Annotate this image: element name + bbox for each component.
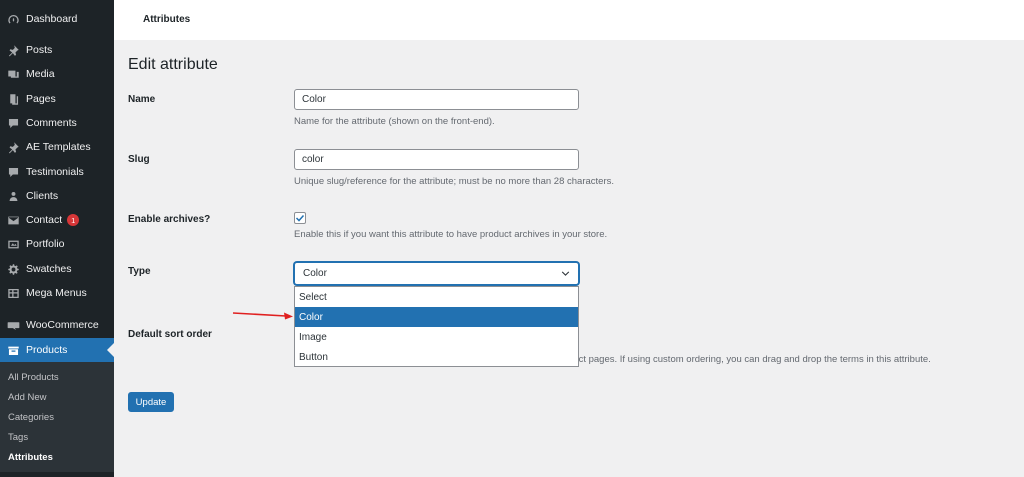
sidebar-item-mega-menus[interactable]: Mega Menus (0, 281, 114, 305)
annotation-arrow-icon (232, 312, 293, 320)
media-icon (6, 67, 20, 81)
type-option-button[interactable]: Button (295, 347, 578, 367)
slug-input[interactable] (294, 149, 579, 170)
sidebar-item-clients[interactable]: Clients (0, 184, 114, 208)
type-select-value: Color (303, 268, 327, 279)
sidebar-item-ae-templates[interactable]: AE Templates (0, 135, 114, 159)
sidebar-item-media[interactable]: Media (0, 62, 114, 86)
slug-description: Unique slug/reference for the attribute;… (294, 176, 615, 187)
sidebar-item-label: AE Templates (26, 141, 91, 153)
submenu-tags[interactable]: Tags (8, 432, 28, 443)
type-option-color[interactable]: Color (295, 307, 578, 327)
submenu-categories[interactable]: Categories (8, 412, 54, 423)
name-label: Name (128, 94, 156, 105)
active-indicator (107, 343, 114, 357)
sidebar-item-label: Testimonials (26, 166, 84, 178)
sidebar-item-contact[interactable]: Contact 1 (0, 208, 114, 232)
type-label: Type (128, 266, 151, 277)
submenu-attributes[interactable]: Attributes (8, 452, 53, 463)
update-button[interactable]: Update (128, 392, 174, 412)
type-option-image[interactable]: Image (295, 327, 578, 347)
slug-label: Slug (128, 154, 150, 165)
sort-order-label: Default sort order (128, 329, 212, 340)
sidebar-item-comments[interactable]: Comments (0, 111, 114, 135)
products-icon (6, 343, 20, 357)
dashboard-icon (6, 12, 20, 26)
sidebar-item-label: Dashboard (26, 13, 78, 25)
sidebar-item-label: Clients (26, 190, 59, 202)
sidebar-item-testimonials[interactable]: Testimonials (0, 160, 114, 184)
page-title: Edit attribute (128, 56, 218, 73)
woocommerce-icon (6, 318, 20, 332)
sidebar-item-label: WooCommerce (26, 319, 99, 331)
portfolio-icon (6, 237, 20, 251)
mail-icon (6, 213, 20, 227)
notification-badge: 1 (67, 214, 80, 226)
gear-icon (6, 262, 20, 276)
header-title: Attributes (143, 14, 191, 25)
grid-icon (6, 286, 20, 300)
pin-icon (6, 43, 20, 57)
checkmark-icon (295, 214, 305, 222)
sidebar-item-label: Media (26, 68, 55, 80)
name-description: Name for the attribute (shown on the fro… (294, 116, 495, 127)
clients-icon (6, 189, 20, 203)
pages-icon (6, 92, 20, 106)
admin-sidebar: Dashboard Posts Media Pages Comments AE … (0, 0, 114, 477)
submenu-add-new[interactable]: Add New (8, 392, 47, 403)
enable-archives-checkbox[interactable] (294, 212, 306, 224)
name-input[interactable] (294, 89, 579, 110)
sort-order-description: duct pages. If using custom ordering, yo… (568, 354, 931, 365)
testimonials-icon (6, 165, 20, 179)
archives-description: Enable this if you want this attribute t… (294, 229, 608, 240)
chevron-down-icon (561, 271, 570, 276)
sidebar-item-dashboard[interactable]: Dashboard (0, 7, 114, 31)
sidebar-item-products[interactable]: Products (0, 338, 114, 362)
type-select[interactable]: Color (294, 262, 579, 285)
type-option-select[interactable]: Select (295, 287, 578, 307)
sidebar-item-label: Contact (26, 214, 63, 226)
sidebar-item-label: Pages (26, 93, 56, 105)
sidebar-item-pages[interactable]: Pages (0, 87, 114, 111)
submenu-all-products[interactable]: All Products (8, 372, 59, 383)
page-header: Attributes (114, 0, 1024, 40)
archives-label: Enable archives? (128, 214, 211, 225)
sidebar-item-label: Mega Menus (26, 287, 87, 299)
sidebar-item-label: Swatches (26, 263, 72, 275)
sidebar-item-swatches[interactable]: Swatches (0, 257, 114, 281)
products-submenu: All Products Add New Categories Tags Att… (0, 362, 114, 472)
comments-icon (6, 116, 20, 130)
sidebar-item-posts[interactable]: Posts (0, 38, 114, 62)
sidebar-item-label: Products (26, 344, 68, 356)
sidebar-item-label: Posts (26, 44, 53, 56)
pin-icon (6, 140, 20, 154)
sidebar-item-label: Portfolio (26, 238, 65, 250)
sidebar-item-woocommerce[interactable]: WooCommerce (0, 313, 114, 337)
type-dropdown-list: Select Color Image Button (294, 286, 579, 367)
sidebar-item-label: Comments (26, 117, 77, 129)
sidebar-item-portfolio[interactable]: Portfolio (0, 232, 114, 256)
